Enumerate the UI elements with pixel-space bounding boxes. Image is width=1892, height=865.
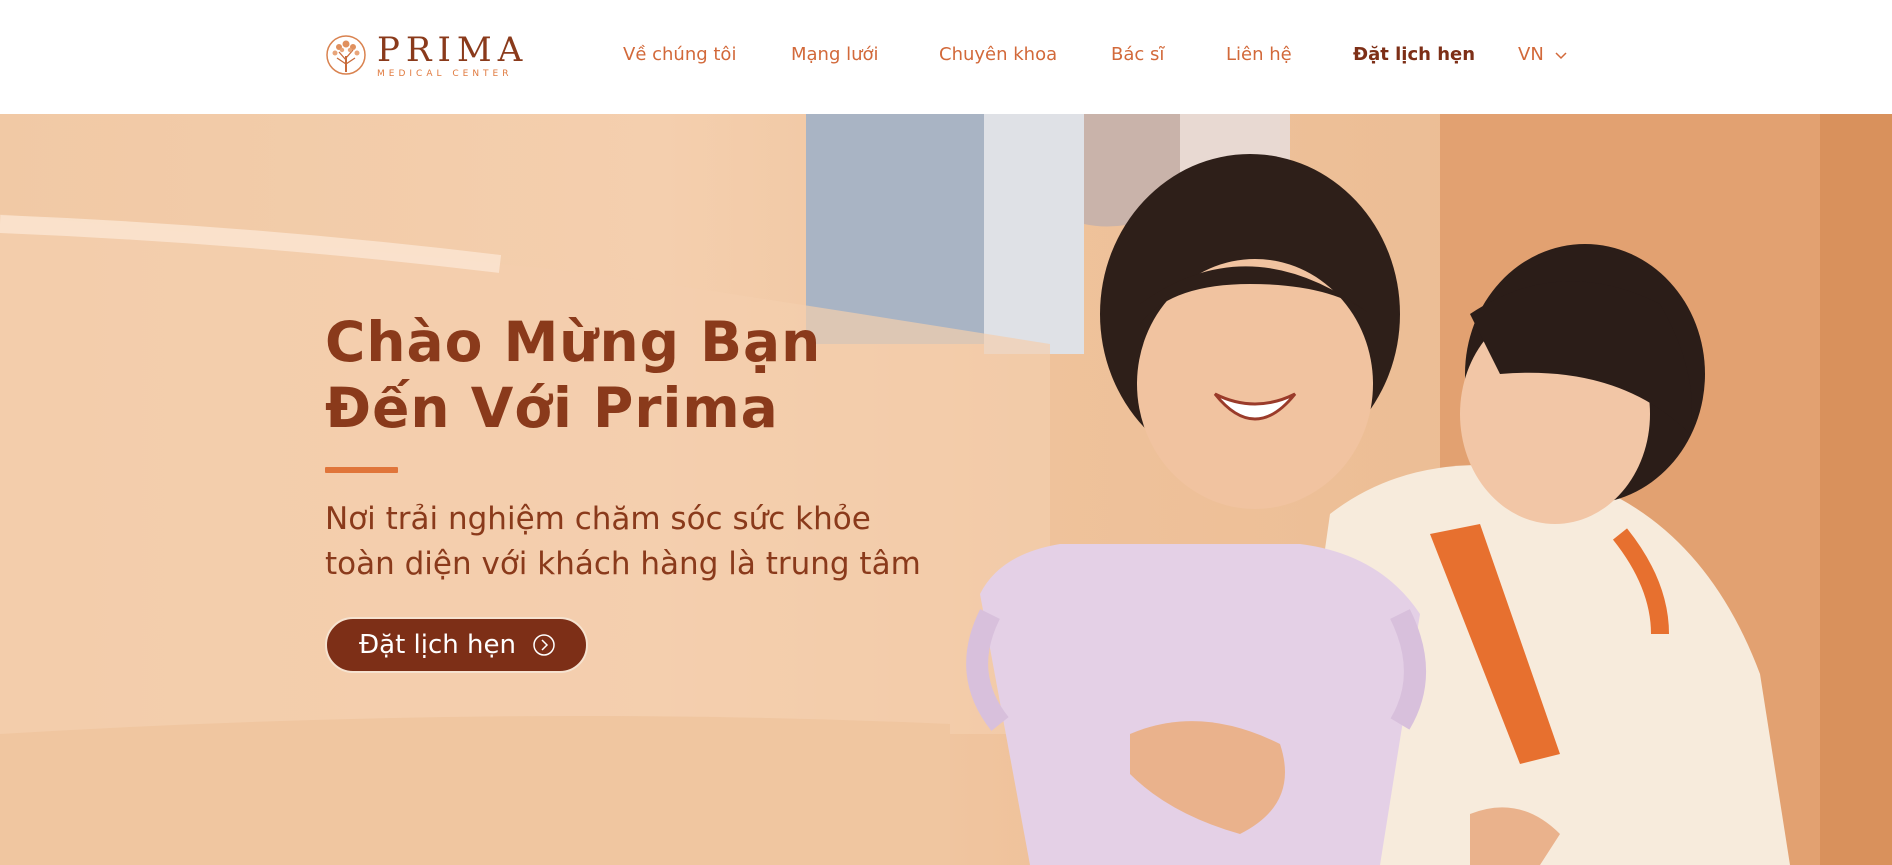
accent-divider (325, 467, 398, 473)
nav-item-about[interactable]: Về chúng tôi (623, 44, 736, 65)
nav-item-contact[interactable]: Liên hệ (1226, 44, 1292, 65)
hero-content: Chào Mừng Bạn Đến Với Prima Nơi trải ngh… (325, 309, 1025, 673)
hero-subtitle: Nơi trải nghiệm chăm sóc sức khỏe toàn d… (325, 497, 1025, 587)
site-header: PRIMA MEDICAL CENTER Về chúng tôi Mạng l… (0, 0, 1892, 114)
language-selector[interactable]: VN (1518, 44, 1568, 65)
nav-item-network[interactable]: Mạng lưới (791, 44, 879, 65)
nav-item-booking[interactable]: Đặt lịch hẹn (1353, 44, 1475, 65)
nav-item-specialties[interactable]: Chuyên khoa (939, 44, 1057, 65)
main-nav: Về chúng tôi Mạng lưới Chuyên khoa Bác s… (0, 44, 1892, 68)
hero-section: Chào Mừng Bạn Đến Với Prima Nơi trải ngh… (0, 114, 1892, 865)
language-label: VN (1518, 44, 1544, 65)
hero-title-line2: Đến Với Prima (325, 376, 779, 440)
logo-tagline: MEDICAL CENTER (377, 69, 513, 79)
hero-title-line1: Chào Mừng Bạn (325, 310, 822, 374)
hero-title: Chào Mừng Bạn Đến Với Prima (325, 309, 1025, 441)
chevron-down-icon (1555, 51, 1567, 59)
book-appointment-button[interactable]: Đặt lịch hẹn (325, 617, 588, 673)
hero-subtitle-line2: toàn diện với khách hàng là trung tâm (325, 546, 921, 582)
hero-subtitle-line1: Nơi trải nghiệm chăm sóc sức khỏe (325, 501, 871, 537)
nav-item-doctors[interactable]: Bác sĩ (1111, 44, 1164, 65)
book-appointment-label: Đặt lịch hẹn (359, 630, 516, 660)
arrow-circle-right-icon (533, 634, 555, 656)
